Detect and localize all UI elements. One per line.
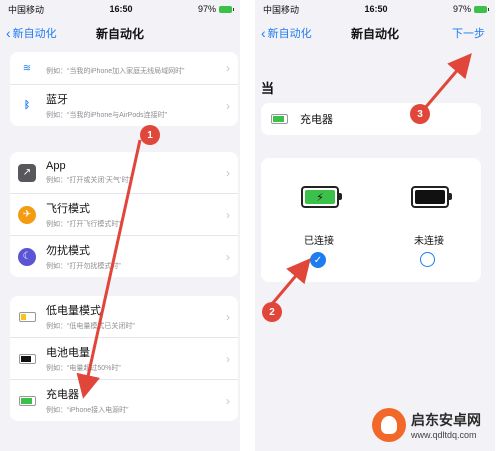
arrow-3	[423, 53, 472, 109]
watermark: 启东安卓网 www.qdltdq.com	[372, 408, 481, 442]
annotation-arrows	[76, 53, 472, 399]
step-marker-1: 1	[140, 125, 160, 145]
arrow-1	[76, 139, 142, 399]
step-marker-2: 2	[262, 302, 282, 322]
watermark-name: 启东安卓网	[411, 412, 481, 428]
step-marker-3: 3	[410, 104, 430, 124]
watermark-logo-icon	[372, 408, 406, 442]
watermark-url: www.qdltdq.com	[411, 430, 477, 440]
arrow-2	[270, 258, 311, 305]
